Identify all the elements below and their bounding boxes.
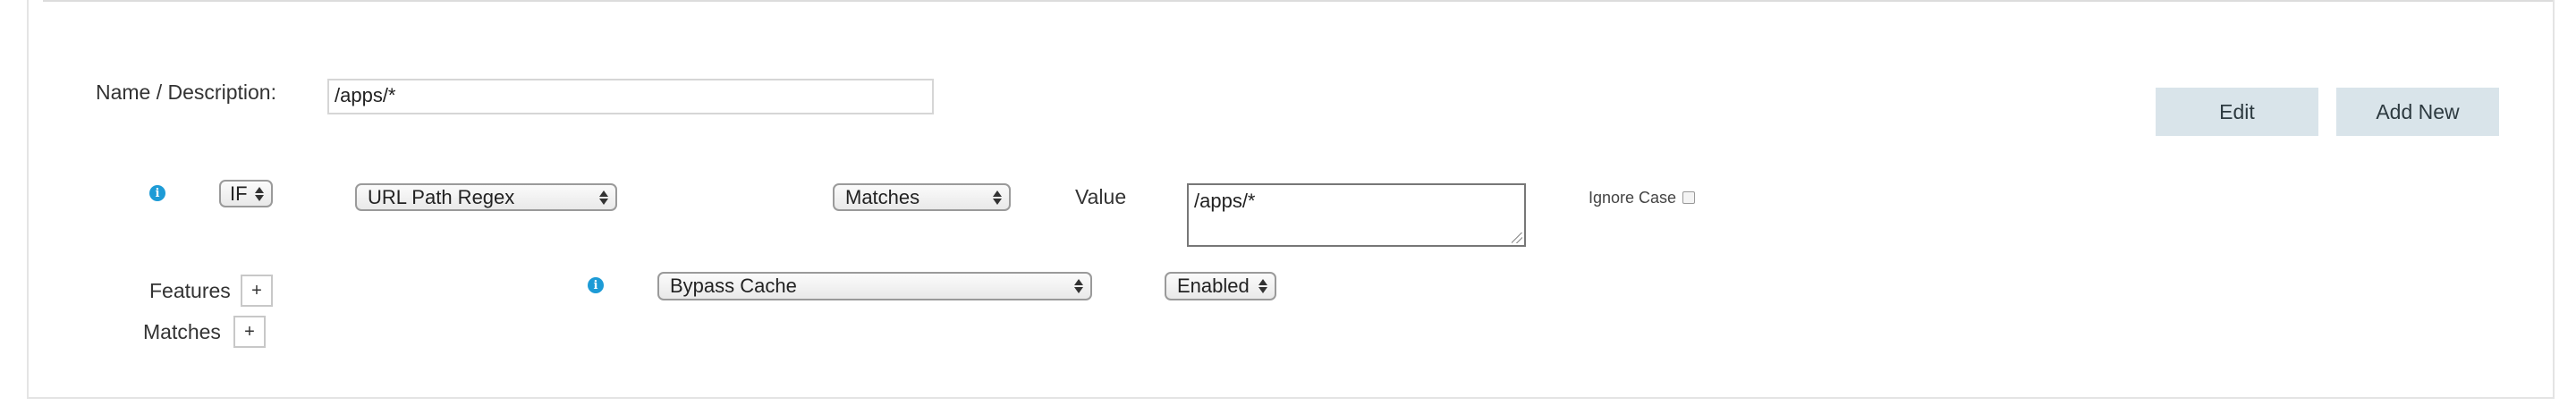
select-arrows-icon: [255, 186, 264, 201]
feature-info-icon[interactable]: i: [588, 277, 604, 293]
edit-button[interactable]: Edit: [2156, 88, 2318, 136]
feature-select-value: Bypass Cache: [670, 275, 797, 297]
value-textarea[interactable]: /apps/*: [1187, 183, 1526, 247]
if-select-value: IF: [230, 182, 248, 205]
value-textarea-text: /apps/*: [1194, 190, 1256, 212]
state-select[interactable]: Enabled: [1165, 272, 1276, 300]
name-description-input[interactable]: /apps/*: [327, 79, 934, 114]
if-select[interactable]: IF: [219, 180, 273, 207]
feature-select[interactable]: Bypass Cache: [657, 272, 1092, 300]
operator-select[interactable]: Matches: [833, 183, 1011, 211]
select-arrows-icon: [993, 190, 1002, 205]
select-arrows-icon: [1258, 279, 1267, 293]
condition-info-icon[interactable]: i: [149, 185, 165, 201]
resize-handle-icon[interactable]: [1512, 233, 1522, 243]
add-match-button[interactable]: +: [233, 316, 266, 348]
features-label: Features: [149, 279, 231, 302]
name-description-label: Name / Description:: [96, 80, 276, 104]
ignore-case-checkbox[interactable]: [1682, 191, 1695, 204]
add-feature-button[interactable]: +: [241, 275, 273, 307]
match-type-select[interactable]: URL Path Regex: [355, 183, 617, 211]
match-type-select-value: URL Path Regex: [368, 185, 515, 208]
select-arrows-icon: [1074, 279, 1083, 293]
ignore-case-label: Ignore Case: [1589, 189, 1677, 207]
add-new-button[interactable]: Add New: [2336, 88, 2499, 136]
value-label: Value: [1075, 185, 1127, 208]
select-arrows-icon: [599, 190, 608, 205]
matches-label: Matches: [143, 320, 221, 343]
state-select-value: Enabled: [1177, 275, 1250, 297]
operator-select-value: Matches: [845, 185, 920, 208]
